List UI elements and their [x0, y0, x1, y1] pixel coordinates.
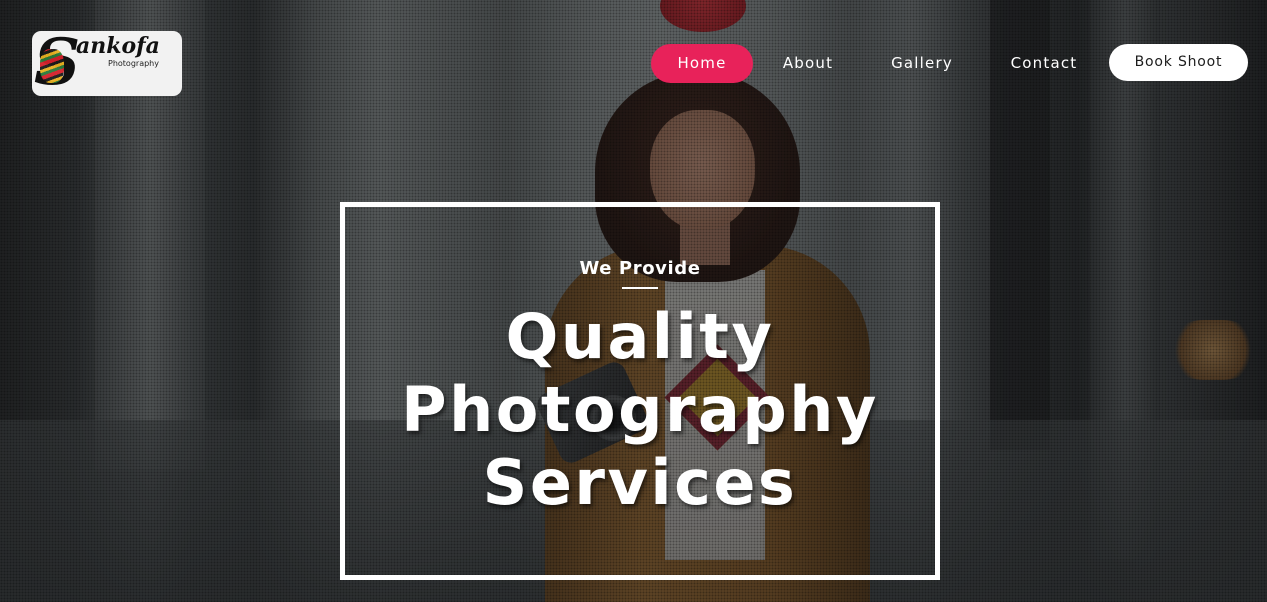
book-shoot-button[interactable]: Book Shoot [1109, 44, 1248, 81]
hero-eyebrow: We Provide [579, 258, 701, 279]
site-logo[interactable]: S ankofa Photography [32, 31, 182, 96]
headline-line: Photography [401, 373, 879, 446]
hero-headline: Quality Photography Services [340, 300, 940, 519]
headline-line: Services [482, 446, 798, 519]
nav-item-about[interactable]: About [769, 44, 847, 83]
logo-stripes-icon [40, 49, 64, 83]
logo-subtitle: Photography [108, 59, 159, 68]
logo-brand-text: ankofa [76, 33, 160, 59]
nav-item-gallery[interactable]: Gallery [879, 44, 965, 83]
headline-line: Quality [505, 300, 775, 373]
nav-item-home[interactable]: Home [651, 44, 753, 83]
nav-item-contact[interactable]: Contact [997, 44, 1091, 83]
eyebrow-underline [622, 287, 658, 289]
